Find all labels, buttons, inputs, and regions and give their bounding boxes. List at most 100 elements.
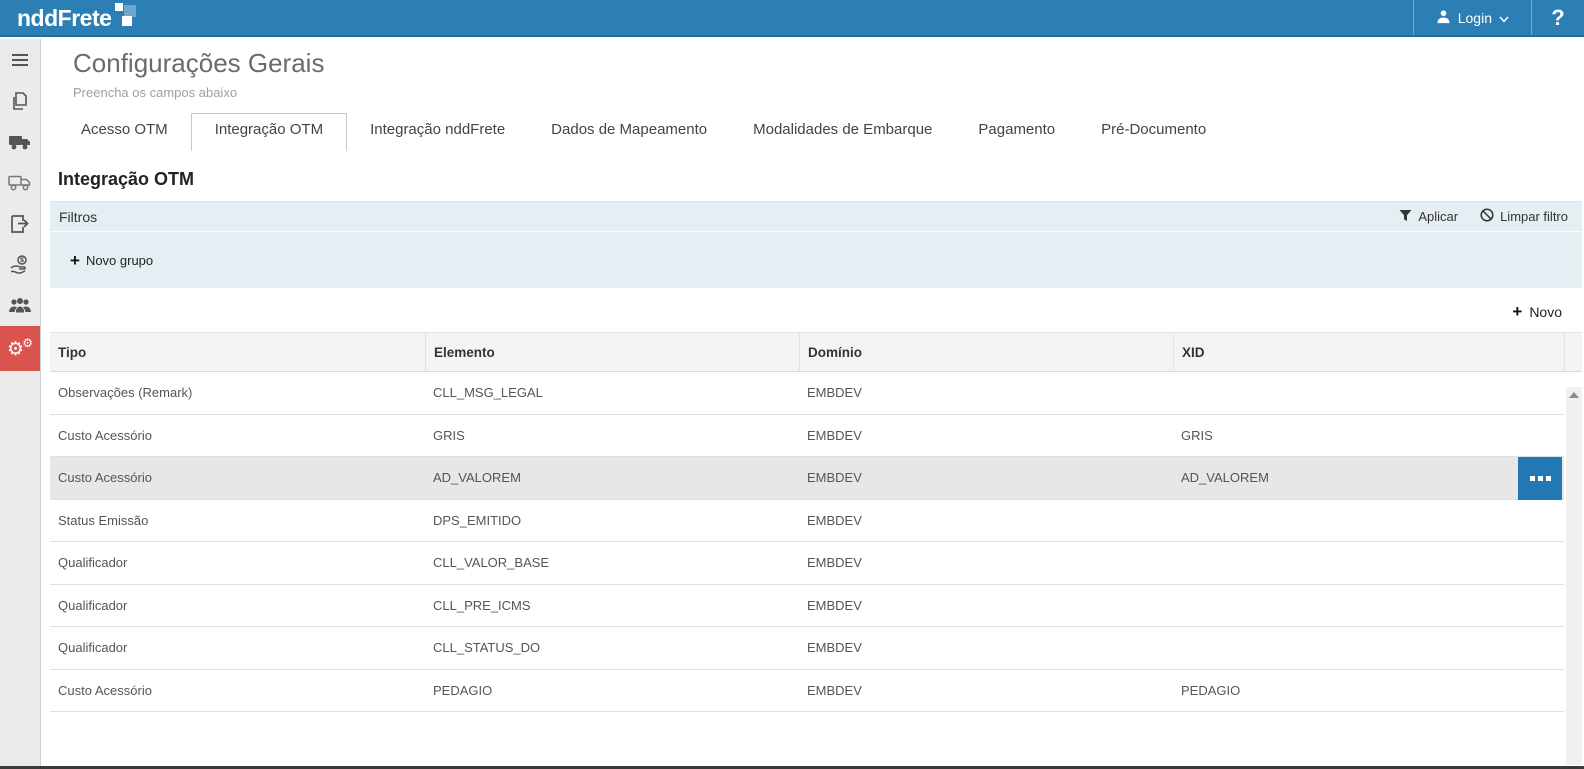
cell-elemento: CLL_PRE_ICMS <box>425 598 799 613</box>
login-label: Login <box>1458 10 1492 26</box>
filter-panel: Filtros Aplicar Limpar filtro + <box>50 201 1582 288</box>
column-header-elemento[interactable]: Elemento <box>425 333 799 371</box>
logo-text: nddFrete <box>17 3 111 33</box>
logo-squares-icon <box>113 3 137 29</box>
hamburger-menu-icon <box>11 53 29 67</box>
tab-modalidades-de-embarque[interactable]: Modalidades de Embarque <box>730 113 955 146</box>
data-table: Tipo Elemento Domínio XID Observações (R… <box>50 332 1582 712</box>
table-row[interactable]: Qualificador CLL_PRE_ICMS EMBDEV <box>50 585 1564 628</box>
cell-tipo: Custo Acessório <box>50 470 425 485</box>
tab-acesso-otm[interactable]: Acesso OTM <box>58 113 191 146</box>
filter-header: Filtros Aplicar Limpar filtro <box>50 202 1582 232</box>
apply-filter-label: Aplicar <box>1418 209 1458 224</box>
table-row[interactable]: Custo Acessório GRIS EMBDEV GRIS <box>50 415 1564 458</box>
cell-tipo: Qualificador <box>50 555 425 570</box>
new-record-button[interactable]: + Novo <box>1512 303 1562 320</box>
table-row[interactable]: Observações (Remark) CLL_MSG_LEGAL EMBDE… <box>50 372 1564 415</box>
tab-integracao-nddfrete[interactable]: Integração nddFrete <box>347 113 528 146</box>
cell-dominio: EMBDEV <box>799 428 1173 443</box>
table-row[interactable]: Status Emissão DPS_EMITIDO EMBDEV <box>50 500 1564 543</box>
funnel-filter-icon <box>1399 209 1412 225</box>
filter-body: + Novo grupo <box>50 232 1582 288</box>
cell-tipo: Custo Acessório <box>50 428 425 443</box>
truck-icon <box>9 134 31 150</box>
ellipsis-icon <box>1530 476 1535 481</box>
tab-integracao-otm[interactable]: Integração OTM <box>191 113 347 151</box>
sidebar-item-payment[interactable] <box>0 244 40 285</box>
ellipsis-icon <box>1538 476 1543 481</box>
top-bar: nddFrete Login ? <box>0 0 1584 37</box>
header-spacer <box>1564 333 1582 371</box>
help-button[interactable]: ? <box>1532 0 1584 35</box>
new-record-label: Novo <box>1529 304 1562 320</box>
cell-dominio: EMBDEV <box>799 598 1173 613</box>
cell-elemento: AD_VALOREM <box>425 470 799 485</box>
document-export-icon <box>10 215 30 233</box>
table-header-row: Tipo Elemento Domínio XID <box>50 332 1582 372</box>
cell-tipo: Status Emissão <box>50 513 425 528</box>
tab-dados-de-mapeamento[interactable]: Dados de Mapeamento <box>528 113 730 146</box>
cell-elemento: CLL_VALOR_BASE <box>425 555 799 570</box>
sidebar-item-export[interactable] <box>0 203 40 244</box>
cell-dominio: EMBDEV <box>799 555 1173 570</box>
cell-elemento: CLL_MSG_LEGAL <box>425 385 799 400</box>
row-actions-button[interactable] <box>1518 457 1562 500</box>
page-title: Configurações Gerais <box>73 48 1582 79</box>
new-group-button[interactable]: + Novo grupo <box>70 252 153 269</box>
section-title: Integração OTM <box>58 169 1582 190</box>
sidebar-item-delivery[interactable] <box>0 162 40 203</box>
clear-filter-label: Limpar filtro <box>1500 209 1568 224</box>
cell-elemento: GRIS <box>425 428 799 443</box>
tab-pre-documento[interactable]: Pré-Documento <box>1078 113 1229 146</box>
sidebar-item-settings[interactable]: ⚙⚙ <box>0 326 40 371</box>
cell-xid: GRIS <box>1173 428 1564 443</box>
tab-pagamento[interactable]: Pagamento <box>955 113 1078 146</box>
users-group-icon <box>8 297 32 314</box>
cell-elemento: DPS_EMITIDO <box>425 513 799 528</box>
cell-tipo: Custo Acessório <box>50 683 425 698</box>
plus-icon: + <box>1512 303 1522 320</box>
gears-settings-icon: ⚙⚙ <box>7 337 33 361</box>
scroll-up-arrow-icon[interactable] <box>1569 392 1579 398</box>
vertical-scrollbar[interactable] <box>1566 387 1582 765</box>
tab-bar: Acesso OTM Integração OTM Integração ndd… <box>58 113 1582 147</box>
cell-elemento: CLL_STATUS_DO <box>425 640 799 655</box>
sidebar: ⚙⚙ <box>0 39 41 769</box>
cell-dominio: EMBDEV <box>799 513 1173 528</box>
delivery-truck-outline-icon <box>8 174 32 191</box>
chevron-down-icon <box>1499 10 1509 26</box>
cell-xid: AD_VALOREM <box>1173 470 1564 485</box>
sidebar-item-documents[interactable] <box>0 80 40 121</box>
apply-filter-button[interactable]: Aplicar <box>1399 208 1458 225</box>
page-subtitle: Preencha os campos abaixo <box>73 85 1582 100</box>
documents-copy-icon <box>10 91 30 111</box>
hand-coin-icon <box>9 255 31 274</box>
sidebar-item-users[interactable] <box>0 285 40 326</box>
cell-dominio: EMBDEV <box>799 470 1173 485</box>
cell-dominio: EMBDEV <box>799 640 1173 655</box>
ellipsis-icon <box>1546 476 1551 481</box>
table-toolbar: + Novo <box>50 288 1582 332</box>
clear-filter-button[interactable]: Limpar filtro <box>1480 208 1568 225</box>
table-row[interactable]: Custo Acessório PEDAGIO EMBDEV PEDAGIO <box>50 670 1564 713</box>
table-row-selected[interactable]: Custo Acessório AD_VALOREM EMBDEV AD_VAL… <box>50 457 1564 500</box>
cell-tipo: Qualificador <box>50 598 425 613</box>
column-header-dominio[interactable]: Domínio <box>799 333 1173 371</box>
table-row[interactable]: Qualificador CLL_STATUS_DO EMBDEV <box>50 627 1564 670</box>
cell-elemento: PEDAGIO <box>425 683 799 698</box>
help-question-icon: ? <box>1551 5 1564 31</box>
app-logo[interactable]: nddFrete <box>17 3 137 33</box>
cell-dominio: EMBDEV <box>799 385 1173 400</box>
table-row[interactable]: Qualificador CLL_VALOR_BASE EMBDEV <box>50 542 1564 585</box>
sidebar-item-truck[interactable] <box>0 121 40 162</box>
cell-tipo: Observações (Remark) <box>50 385 425 400</box>
sidebar-item-menu[interactable] <box>0 39 40 80</box>
column-header-tipo[interactable]: Tipo <box>50 333 425 371</box>
main-content: Configurações Gerais Preencha os campos … <box>42 39 1584 769</box>
cell-tipo: Qualificador <box>50 640 425 655</box>
column-header-xid[interactable]: XID <box>1173 333 1564 371</box>
table-body: Observações (Remark) CLL_MSG_LEGAL EMBDE… <box>50 372 1564 712</box>
login-button[interactable]: Login <box>1414 0 1531 35</box>
cell-dominio: EMBDEV <box>799 683 1173 698</box>
filter-title: Filtros <box>59 209 97 225</box>
